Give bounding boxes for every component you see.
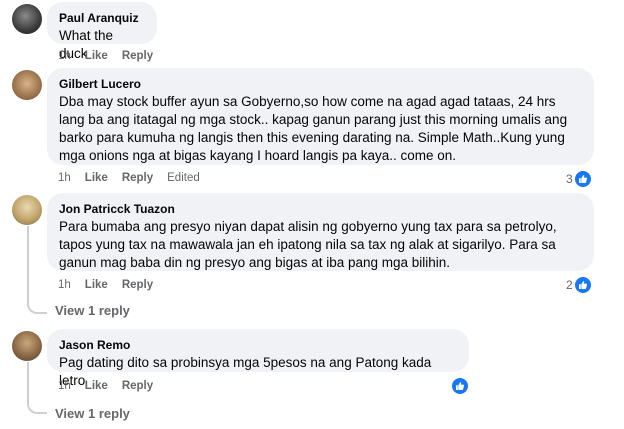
reply-button[interactable]: Reply — [122, 50, 153, 62]
commenter-name[interactable]: Jason Remo — [59, 337, 457, 353]
timestamp[interactable]: 1h — [58, 380, 71, 392]
avatar[interactable] — [12, 4, 42, 34]
thread-connector — [27, 402, 47, 414]
timestamp[interactable]: 1h — [58, 172, 71, 184]
avatar[interactable] — [12, 331, 42, 361]
reaction-count[interactable]: 3 — [566, 171, 591, 187]
like-thumb-icon — [452, 378, 468, 394]
thread-connector — [27, 302, 47, 314]
timestamp[interactable]: 1h — [58, 279, 71, 291]
reaction-count[interactable] — [450, 378, 468, 394]
like-button[interactable]: Like — [85, 50, 108, 62]
thread-line — [27, 226, 29, 302]
view-replies-link[interactable]: View 1 reply — [55, 406, 130, 421]
commenter-name[interactable]: Jon Patricck Tuazon — [59, 201, 582, 217]
edited-label: Edited — [167, 172, 200, 184]
like-button[interactable]: Like — [85, 279, 108, 291]
avatar[interactable] — [12, 70, 42, 100]
comment-bubble: Jason Remo Pag dating dito sa probinsya … — [47, 329, 469, 388]
like-button[interactable]: Like — [85, 380, 108, 392]
reply-button[interactable]: Reply — [122, 279, 153, 291]
comment-actions: 1h Like Reply — [58, 50, 167, 62]
like-button[interactable]: Like — [85, 172, 108, 184]
like-thumb-icon — [574, 277, 591, 293]
comment-bubble: Jon Patricck Tuazon Para bumaba ang pres… — [47, 193, 594, 271]
like-thumb-icon — [574, 171, 591, 187]
comment-bubble: Gilbert Lucero Dba may stock buffer ayun… — [47, 68, 594, 165]
timestamp[interactable]: 1h — [58, 50, 71, 62]
reaction-count[interactable]: 2 — [566, 277, 591, 293]
comment-bubble: Paul Aranquiz What the duck — [47, 2, 157, 61]
reaction-number: 3 — [566, 172, 573, 186]
reaction-number: 2 — [566, 278, 573, 292]
comment-text: Dba may stock buffer ayun sa Gobyerno,so… — [59, 94, 568, 163]
reply-button[interactable]: Reply — [122, 172, 153, 184]
reply-button[interactable]: Reply — [122, 380, 153, 392]
commenter-name[interactable]: Gilbert Lucero — [59, 76, 582, 92]
commenter-name[interactable]: Paul Aranquiz — [59, 10, 145, 26]
comment-text: Para bumaba ang presyo niyan dapat alisi… — [59, 219, 557, 270]
thread-line — [27, 362, 29, 402]
comment-actions: 1h Like Reply Edited — [58, 172, 214, 184]
avatar[interactable] — [12, 195, 42, 225]
comment-actions: 1h Like Reply — [58, 380, 167, 392]
comment-actions: 1h Like Reply — [58, 279, 167, 291]
view-replies-link[interactable]: View 1 reply — [55, 303, 130, 318]
